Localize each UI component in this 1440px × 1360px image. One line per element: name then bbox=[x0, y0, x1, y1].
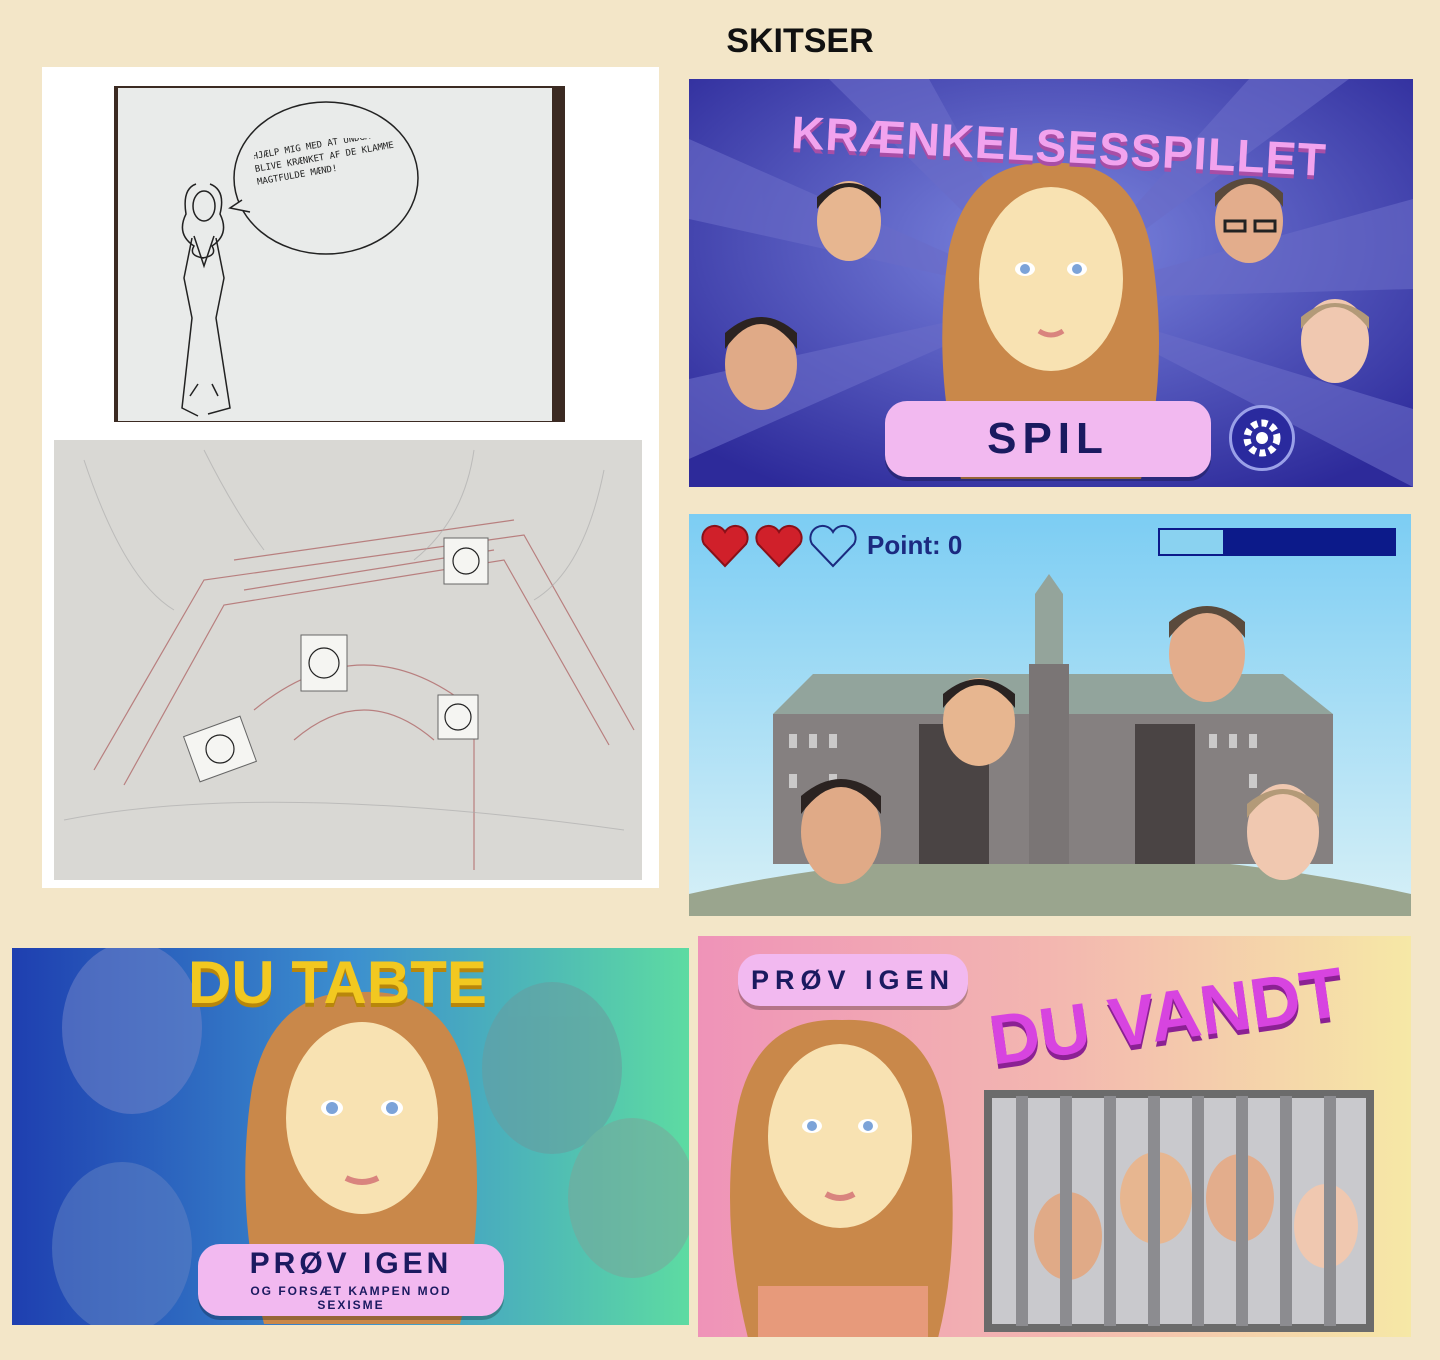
lose-screen: DU TABTE PRØV IGEN OG FORSÆT KAMPEN MOD … bbox=[12, 948, 689, 1325]
game-background bbox=[689, 514, 1411, 916]
game-screen: Point: 0 bbox=[689, 514, 1411, 916]
score-text: Point: 0 bbox=[867, 530, 963, 560]
settings-button[interactable] bbox=[1229, 405, 1295, 471]
page-title: SKITSER bbox=[726, 22, 874, 60]
character-drawing: HJÆLP MIG MED AT UNDGÅ AT BLIVE KRÆNKET … bbox=[181, 101, 419, 417]
title-screen: KRÆNKELSESSPILLET SPIL bbox=[689, 79, 1413, 487]
retry-label-win: PRØV IGEN bbox=[750, 965, 956, 995]
speech-bubble-text: HJÆLP MIG MED AT UNDGÅ AT BLIVE KRÆNKET … bbox=[254, 138, 395, 188]
sketch-photo-parliament bbox=[54, 440, 642, 880]
heart-empty-icon bbox=[809, 524, 857, 568]
sketch-paper: HJÆLP MIG MED AT UNDGÅ AT BLIVE KRÆNKET … bbox=[118, 88, 552, 421]
parliament-drawing bbox=[63, 449, 635, 870]
gear-icon bbox=[1243, 419, 1281, 457]
retry-label: PRØV IGEN bbox=[249, 1247, 453, 1280]
win-screen: PRØV IGEN DU VANDT bbox=[698, 936, 1411, 1337]
retry-button-lose[interactable]: PRØV IGEN OG FORSÆT KAMPEN MOD SEXISME bbox=[198, 1244, 504, 1316]
progress-bar bbox=[1158, 528, 1396, 556]
lose-heading: DU TABTE bbox=[188, 949, 487, 1016]
retry-button-win[interactable]: PRØV IGEN bbox=[738, 954, 968, 1006]
progress-fill bbox=[1160, 530, 1224, 554]
heart-full-icon bbox=[701, 524, 749, 568]
hearts-svg bbox=[701, 524, 857, 568]
hearts bbox=[699, 522, 859, 572]
retry-sublabel: OG FORSÆT KAMPEN MOD SEXISME bbox=[250, 1284, 452, 1312]
play-button-label: SPIL bbox=[987, 414, 1109, 463]
play-button[interactable]: SPIL bbox=[885, 401, 1211, 477]
heart-full-icon bbox=[755, 524, 803, 568]
